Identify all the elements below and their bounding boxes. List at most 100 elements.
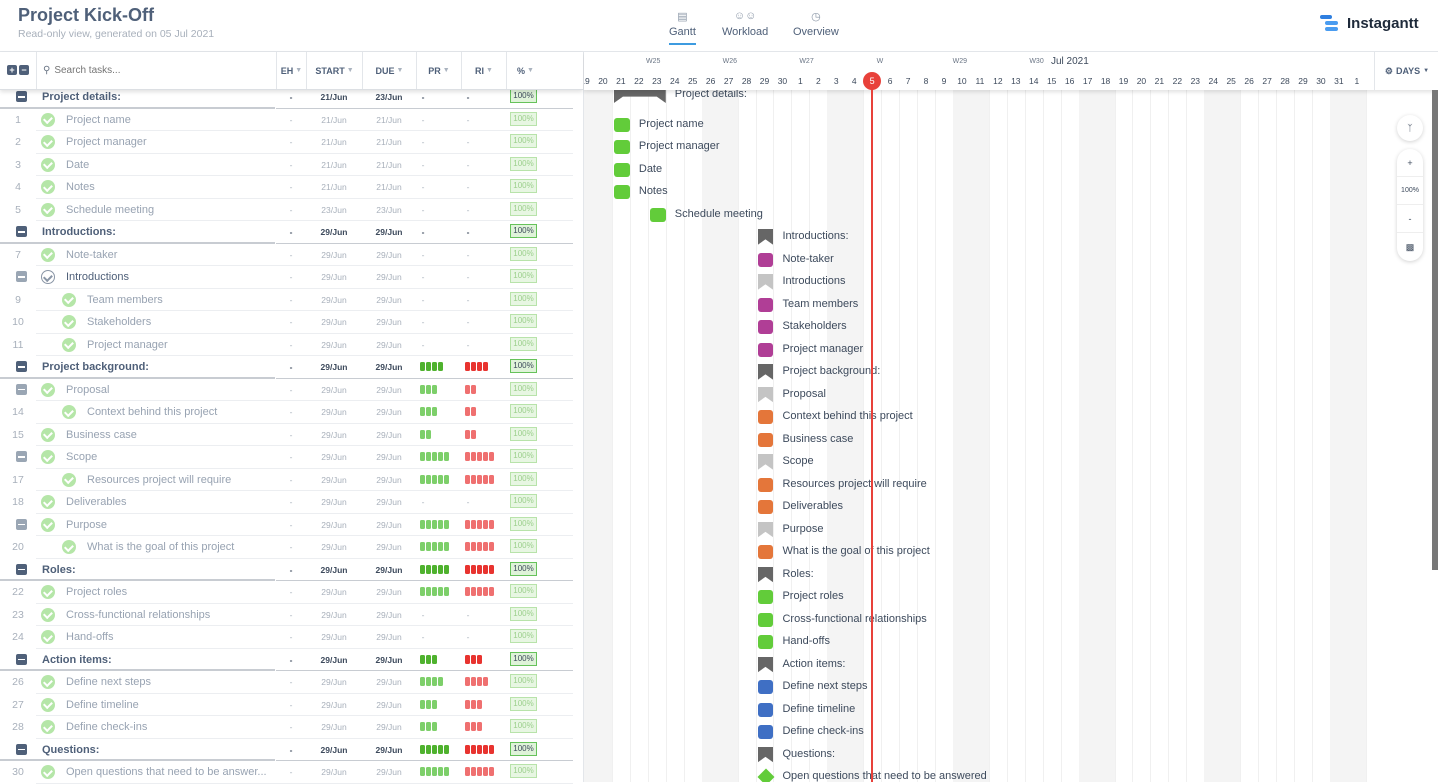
collapse-all-button[interactable]: − bbox=[19, 65, 29, 75]
task-bar[interactable] bbox=[757, 477, 774, 492]
check-icon[interactable] bbox=[41, 180, 55, 194]
collapse-toggle[interactable] bbox=[16, 653, 27, 665]
check-icon[interactable] bbox=[41, 630, 55, 644]
group-row[interactable]: Action items: - 29/Jun 29/Jun 100% bbox=[0, 649, 573, 671]
check-icon[interactable] bbox=[41, 270, 55, 284]
check-icon[interactable] bbox=[62, 472, 76, 487]
task-row[interactable]: 22 Project roles - 29/Jun 29/Jun 100% bbox=[0, 581, 573, 604]
task-row[interactable]: Scope - 29/Jun 29/Jun 100% bbox=[0, 446, 573, 469]
collapse-toggle[interactable] bbox=[16, 91, 27, 102]
tab-workload[interactable]: ☺☺ Workload bbox=[722, 10, 768, 38]
collapse-toggle[interactable] bbox=[16, 226, 27, 237]
summary-bar[interactable] bbox=[758, 364, 774, 380]
column-due[interactable]: DUE ▼ bbox=[362, 52, 416, 89]
subgroup-bar[interactable] bbox=[758, 274, 774, 290]
task-bar[interactable] bbox=[613, 140, 630, 154]
check-icon[interactable] bbox=[41, 382, 55, 397]
task-row[interactable]: 3 Date - 21/Jun 21/Jun - - 100% bbox=[0, 154, 573, 176]
task-bar[interactable] bbox=[757, 297, 774, 312]
task-row[interactable]: Introductions - 29/Jun 29/Jun - - 100% bbox=[0, 266, 573, 289]
filter-icon[interactable]: ▼ bbox=[443, 67, 450, 74]
map-icon[interactable]: ▩ bbox=[1397, 233, 1423, 261]
column-eh[interactable]: EH ▼ bbox=[276, 52, 306, 89]
task-row[interactable]: 7 Note-taker - 29/Jun 29/Jun - - 100% bbox=[0, 244, 573, 266]
check-icon[interactable] bbox=[41, 450, 55, 464]
expand-all-button[interactable]: + bbox=[7, 65, 17, 75]
task-row[interactable]: 5 Schedule meeting - 23/Jun 23/Jun - - 100% bbox=[0, 199, 573, 221]
task-row[interactable]: 2 Project manager - 21/Jun 21/Jun - - 100% bbox=[0, 131, 573, 154]
check-icon[interactable] bbox=[62, 540, 76, 554]
task-bar[interactable] bbox=[613, 162, 630, 177]
check-icon[interactable] bbox=[41, 675, 55, 689]
task-bar[interactable] bbox=[757, 320, 774, 334]
filter-icon[interactable]: ▼ bbox=[347, 67, 354, 74]
task-bar[interactable] bbox=[757, 702, 774, 717]
summary-bar[interactable] bbox=[758, 229, 774, 245]
check-icon[interactable] bbox=[41, 495, 55, 509]
tab-overview[interactable]: ◷ Overview bbox=[793, 10, 839, 38]
task-bar[interactable] bbox=[757, 500, 774, 514]
filter-icon[interactable]: ▼ bbox=[295, 67, 302, 74]
filter-icon[interactable]: ▼ bbox=[397, 67, 404, 74]
task-bar[interactable] bbox=[757, 680, 774, 694]
search-input[interactable] bbox=[54, 65, 255, 76]
check-icon[interactable] bbox=[41, 157, 55, 172]
collapse-toggle[interactable] bbox=[16, 518, 27, 530]
group-row[interactable]: Introductions: - 29/Jun 29/Jun - - 100% bbox=[0, 221, 573, 244]
task-row[interactable]: 27 Define timeline - 29/Jun 29/Jun 100% bbox=[0, 694, 573, 716]
tab-gantt[interactable]: ▤ Gantt bbox=[669, 10, 696, 45]
task-bar[interactable] bbox=[757, 252, 774, 267]
task-row[interactable]: 10 Stakeholders - 29/Jun 29/Jun - - 100% bbox=[0, 311, 573, 334]
subgroup-bar[interactable] bbox=[758, 522, 774, 538]
task-row[interactable]: 20 What is the goal of this project - 29/Ju… bbox=[0, 536, 573, 559]
task-row[interactable]: 14 Context behind this project - 29/Jun 29/J… bbox=[0, 401, 573, 424]
task-row[interactable]: Purpose - 29/Jun 29/Jun 100% bbox=[0, 514, 573, 536]
task-row[interactable]: 26 Define next steps - 29/Jun 29/Jun 100% bbox=[0, 671, 573, 694]
subgroup-bar[interactable] bbox=[758, 387, 774, 403]
collapse-toggle[interactable] bbox=[16, 563, 27, 575]
check-icon[interactable] bbox=[41, 697, 55, 712]
check-icon[interactable] bbox=[41, 517, 55, 532]
task-bar[interactable] bbox=[757, 342, 774, 357]
column-start[interactable]: START ▼ bbox=[306, 52, 362, 89]
check-icon[interactable] bbox=[62, 405, 76, 419]
collapse-toggle[interactable] bbox=[16, 383, 27, 395]
zoom-in-button[interactable]: + bbox=[1397, 149, 1423, 177]
check-icon[interactable] bbox=[62, 315, 76, 329]
gantt-scrollbar[interactable] bbox=[1432, 90, 1438, 570]
task-row[interactable]: 28 Define check-ins - 29/Jun 29/Jun 100% bbox=[0, 716, 573, 739]
check-icon[interactable] bbox=[62, 337, 76, 352]
task-bar[interactable] bbox=[757, 410, 774, 424]
check-icon[interactable] bbox=[41, 135, 55, 149]
task-row[interactable]: 4 Notes - 21/Jun 21/Jun - - 100% bbox=[0, 176, 573, 199]
group-row[interactable]: Roles: - 29/Jun 29/Jun 100% bbox=[0, 559, 573, 581]
task-row[interactable]: 30 Open questions that need to be answer.… bbox=[0, 761, 573, 784]
check-icon[interactable] bbox=[41, 765, 55, 779]
task-bar[interactable] bbox=[757, 612, 774, 627]
column-pr[interactable]: PR ▼ bbox=[416, 52, 461, 89]
task-bar[interactable] bbox=[757, 635, 774, 649]
check-icon[interactable] bbox=[41, 112, 55, 127]
group-row[interactable]: Project background: - 29/Jun 29/Jun 100% bbox=[0, 356, 573, 379]
summary-bar[interactable] bbox=[758, 657, 774, 673]
filter-icon[interactable]: ▼ bbox=[527, 67, 534, 74]
milestone-diamond[interactable] bbox=[757, 768, 775, 782]
column-ri[interactable]: RI ▼ bbox=[461, 52, 506, 89]
summary-bar[interactable] bbox=[758, 747, 774, 763]
task-bar[interactable] bbox=[757, 432, 774, 447]
collapse-toggle[interactable] bbox=[16, 743, 27, 755]
task-row[interactable]: 9 Team members - 29/Jun 29/Jun - - 100% bbox=[0, 289, 573, 311]
check-icon[interactable] bbox=[41, 585, 55, 599]
task-row[interactable]: 23 Cross-functional relationships - 29/Jun 2… bbox=[0, 604, 573, 626]
check-icon[interactable] bbox=[41, 720, 55, 734]
task-bar[interactable] bbox=[757, 545, 774, 559]
subgroup-bar[interactable] bbox=[758, 454, 774, 470]
check-icon[interactable] bbox=[41, 607, 55, 622]
check-icon[interactable] bbox=[62, 292, 76, 307]
column-percent[interactable]: % ▼ bbox=[506, 52, 583, 89]
task-bar[interactable] bbox=[613, 185, 630, 199]
task-row[interactable]: 15 Business case - 29/Jun 29/Jun 100% bbox=[0, 424, 573, 446]
task-row[interactable]: 1 Project name - 21/Jun 21/Jun - - 100% bbox=[0, 109, 573, 131]
task-row[interactable]: 18 Deliverables - 29/Jun 29/Jun - - 100% bbox=[0, 491, 573, 514]
task-bar[interactable] bbox=[757, 590, 774, 604]
